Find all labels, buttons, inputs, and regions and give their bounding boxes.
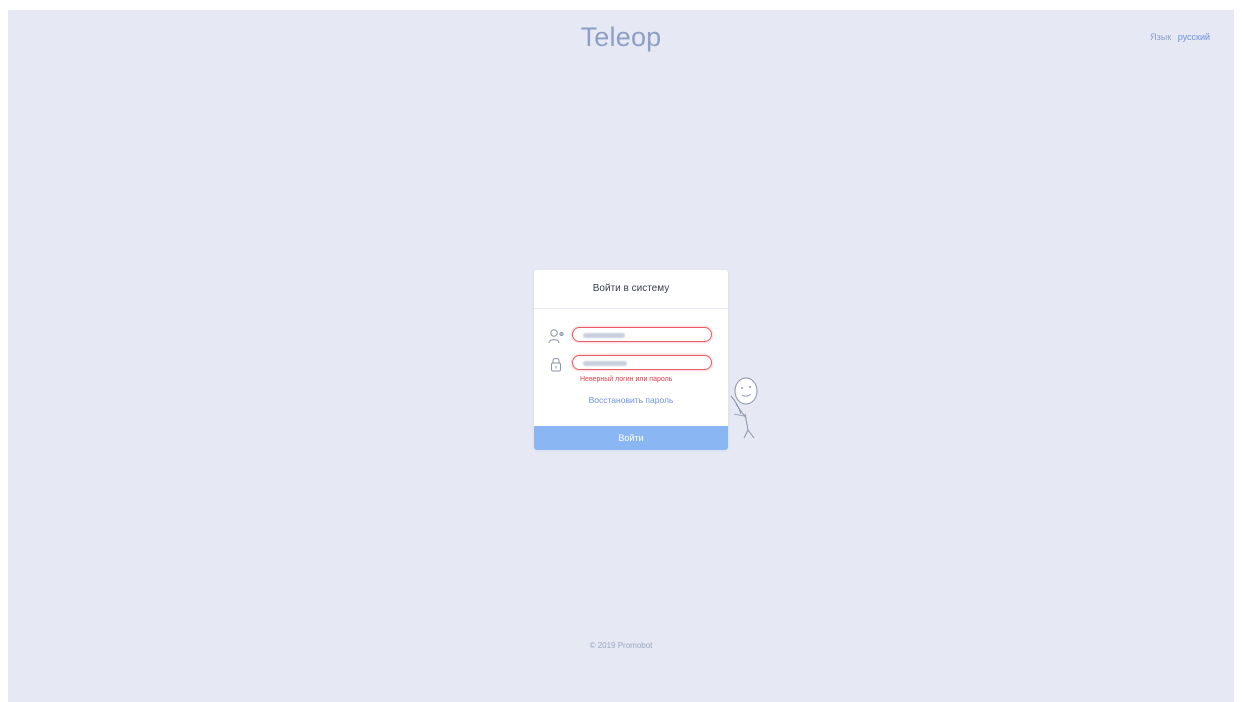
app-logo: Teleop [580, 22, 662, 52]
footer-copyright: © 2019 Promobot [589, 641, 653, 650]
username-input[interactable] [572, 327, 712, 342]
language-value-link[interactable]: русский [1178, 32, 1210, 42]
page-background: Teleop Язык русский Войти в систему Неве… [8, 10, 1234, 702]
language-label: Язык [1150, 32, 1172, 42]
username-row [548, 327, 718, 345]
password-value-blurred [583, 361, 627, 366]
forgot-password-link[interactable]: Восстановить пароль [534, 395, 728, 405]
login-card-title: Войти в систему [534, 270, 728, 309]
password-row [548, 355, 718, 373]
language-selector: Язык русский [1150, 32, 1210, 42]
login-card: Войти в систему Неверный логин или парол… [534, 270, 728, 450]
lock-icon [548, 356, 566, 372]
mascot-illustration [730, 377, 758, 439]
user-icon [548, 328, 566, 344]
username-value-blurred [583, 333, 625, 338]
login-button[interactable]: Войти [534, 426, 728, 450]
password-input[interactable] [572, 355, 712, 370]
login-error-message: Неверный логин или пароль [580, 376, 673, 383]
